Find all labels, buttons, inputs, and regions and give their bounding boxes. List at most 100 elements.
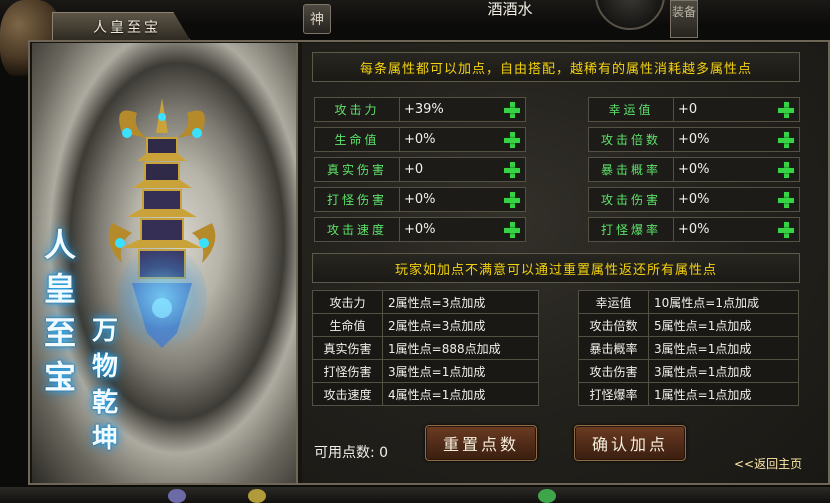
cost-value: 1属性点=1点加成 (648, 382, 799, 406)
cost-name: 生命值 (312, 313, 383, 337)
cost-value: 5属性点=1点加成 (648, 313, 799, 337)
cost-value: 1属性点=888点加成 (382, 336, 539, 360)
attribute-value: +0 (674, 97, 800, 122)
attribute-value-text: +0% (678, 222, 710, 237)
reset-points-button[interactable]: 重置点数 (425, 425, 537, 461)
attribute-value: +0% (674, 157, 800, 182)
attribute-row-attack-speed: 攻击速度 +0% (314, 217, 526, 242)
attribute-row-attack: 攻击力 +39% (314, 97, 526, 122)
cost-name: 攻击伤害 (578, 359, 649, 383)
cost-value: 2属性点=3点加成 (382, 290, 539, 314)
attribute-label: 暴击概率 (588, 157, 674, 182)
table-row: 攻击伤害 3属性点=1点加成 (578, 359, 799, 383)
cost-value: 10属性点=1点加成 (648, 290, 799, 314)
side-tab-equipment[interactable]: 装备 (670, 0, 698, 38)
table-row: 真实伤害 1属性点=888点加成 (312, 336, 539, 360)
attribute-label: 生命值 (314, 127, 400, 152)
table-row: 攻击倍数 5属性点=1点加成 (578, 313, 799, 337)
attribute-value: +0% (400, 187, 526, 212)
cost-table-left: 攻击力 2属性点=3点加成 生命值 2属性点=3点加成 真实伤害 1属性点=888点加… (312, 290, 539, 406)
table-row: 生命值 2属性点=3点加成 (312, 313, 539, 337)
confirm-points-button[interactable]: 确认加点 (574, 425, 686, 461)
bottom-item-icon[interactable] (248, 489, 266, 503)
attribute-row-monster-damage: 打怪伤害 +0% (314, 187, 526, 212)
attribute-value-text: +0 (404, 162, 424, 177)
attribute-row-true-damage: 真实伤害 +0 (314, 157, 526, 182)
attribute-label: 攻击力 (314, 97, 400, 122)
attribute-label: 打怪爆率 (588, 217, 674, 242)
cost-name: 幸运值 (578, 290, 649, 314)
plus-icon[interactable] (503, 161, 521, 179)
reset-tip-banner: 玩家如加点不满意可以通过重置属性返还所有属性点 (312, 253, 800, 283)
attribute-value: +0% (674, 217, 800, 242)
cost-name: 攻击力 (312, 290, 383, 314)
table-row: 打怪爆率 1属性点=1点加成 (578, 382, 799, 406)
attribute-value: +0% (400, 217, 526, 242)
bottom-gem-icon[interactable] (538, 489, 556, 503)
attribute-value-text: +39% (404, 102, 444, 117)
cost-name: 攻击速度 (312, 382, 383, 406)
attribute-row-hp: 生命值 +0% (314, 127, 526, 152)
cost-value: 3属性点=1点加成 (382, 359, 539, 383)
attribute-label: 真实伤害 (314, 157, 400, 182)
cost-value: 2属性点=3点加成 (382, 313, 539, 337)
bottom-skill-icon[interactable] (168, 489, 186, 503)
attribute-label: 攻击伤害 (588, 187, 674, 212)
attribute-row-attack-multiplier: 攻击倍数 +0% (588, 127, 800, 152)
cost-name: 打怪爆率 (578, 382, 649, 406)
attribute-label: 幸运值 (588, 97, 674, 122)
orb-ornament (595, 0, 665, 30)
magic-glow (117, 243, 207, 353)
calligraphy-main: 人皇至宝 (44, 226, 77, 396)
attribute-row-attack-damage: 攻击伤害 +0% (588, 187, 800, 212)
calligraphy-sub: 万物乾坤 (92, 316, 119, 454)
plus-icon[interactable] (777, 101, 795, 119)
tip-banner: 每条属性都可以加点，自由搭配，越稀有的属性消耗越多属性点 (312, 52, 800, 82)
plus-icon[interactable] (777, 131, 795, 149)
attribute-label: 打怪伤害 (314, 187, 400, 212)
cost-table-right: 幸运值 10属性点=1点加成 攻击倍数 5属性点=1点加成 暴击概率 3属性点=1点加… (578, 290, 799, 406)
attribute-value: +39% (400, 97, 526, 122)
table-row: 暴击概率 3属性点=1点加成 (578, 336, 799, 360)
plus-icon[interactable] (503, 101, 521, 119)
attribute-value-text: +0% (404, 132, 436, 147)
treasure-artwork: 人皇至宝 万物乾坤 (32, 43, 298, 483)
attribute-row-luck: 幸运值 +0 (588, 97, 800, 122)
attribute-value: +0% (674, 127, 800, 152)
table-row: 幸运值 10属性点=1点加成 (578, 290, 799, 314)
plus-icon[interactable] (777, 191, 795, 209)
return-home-link[interactable]: <<返回主页 (734, 455, 802, 472)
attribute-label: 攻击速度 (314, 217, 400, 242)
attribute-value-text: +0% (678, 162, 710, 177)
cost-value: 3属性点=1点加成 (648, 359, 799, 383)
attribute-label: 攻击倍数 (588, 127, 674, 152)
attribute-value-text: +0 (678, 102, 698, 117)
table-row: 攻击速度 4属性点=1点加成 (312, 382, 539, 406)
cost-name: 真实伤害 (312, 336, 383, 360)
attribute-value-text: +0% (678, 192, 710, 207)
player-name: 酒酒水 (487, 0, 533, 18)
plus-icon[interactable] (503, 191, 521, 209)
plus-icon[interactable] (503, 131, 521, 149)
cost-name: 打怪伤害 (312, 359, 383, 383)
window-title-tab: 人皇至宝 (52, 12, 190, 40)
table-row: 攻击力 2属性点=3点加成 (312, 290, 539, 314)
attribute-row-crit-rate: 暴击概率 +0% (588, 157, 800, 182)
cost-value: 3属性点=1点加成 (648, 336, 799, 360)
attribute-value-text: +0% (404, 192, 436, 207)
plus-icon[interactable] (777, 221, 795, 239)
cost-name: 暴击概率 (578, 336, 649, 360)
attribute-value: +0% (400, 127, 526, 152)
available-points: 可用点数: 0 (314, 445, 389, 461)
plus-icon[interactable] (503, 221, 521, 239)
side-tab-shen[interactable]: 神 (303, 4, 331, 34)
cost-name: 攻击倍数 (578, 313, 649, 337)
table-row: 打怪伤害 3属性点=1点加成 (312, 359, 539, 383)
attribute-value: +0% (674, 187, 800, 212)
plus-icon[interactable] (777, 161, 795, 179)
cost-value: 4属性点=1点加成 (382, 382, 539, 406)
attribute-value-text: +0% (404, 222, 436, 237)
bottom-bar (0, 487, 830, 503)
attribute-value: +0 (400, 157, 526, 182)
attribute-row-drop-rate: 打怪爆率 +0% (588, 217, 800, 242)
